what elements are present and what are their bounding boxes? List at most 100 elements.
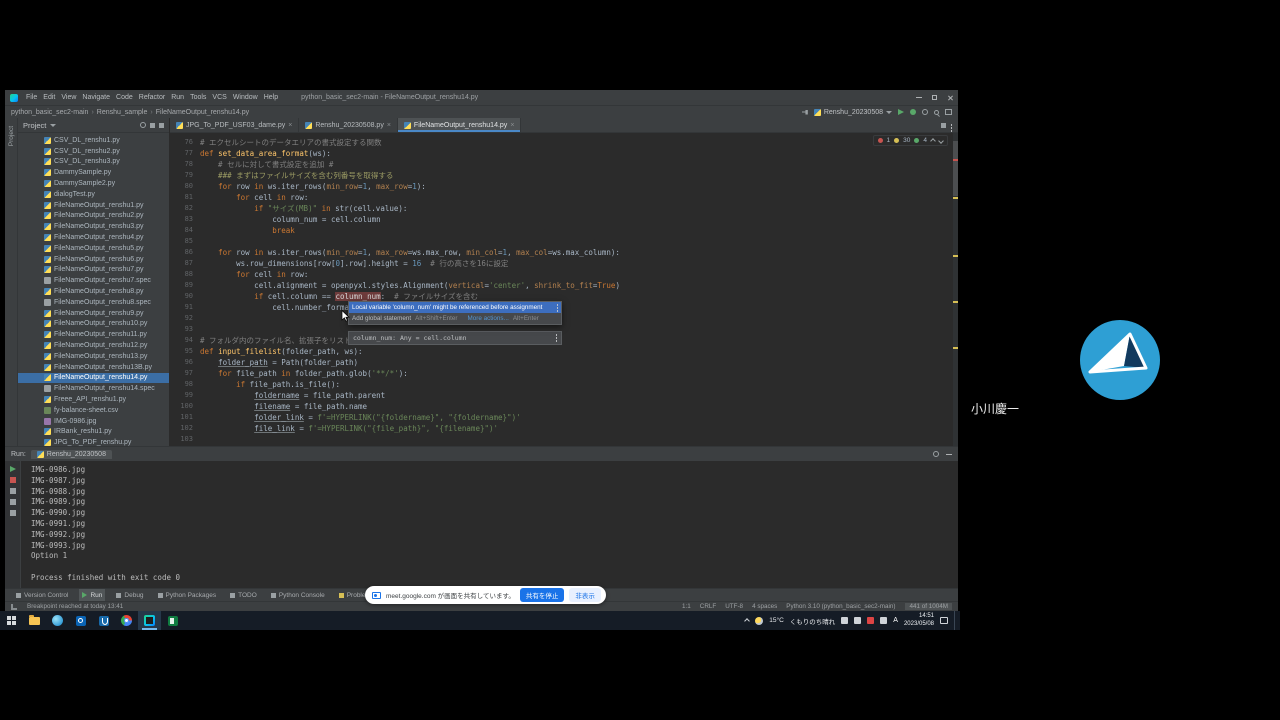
code-line[interactable]: 92 — [170, 313, 958, 324]
warning-mark[interactable] — [953, 255, 958, 257]
show-desktop-button[interactable] — [954, 611, 958, 630]
code-line[interactable]: 86 for row in ws.iter_rows(min_row=1, ma… — [170, 247, 958, 258]
line-number[interactable]: 84 — [170, 225, 200, 236]
status-widget[interactable]: UTF-8 — [725, 603, 743, 610]
toolwindow-button-run[interactable]: Run — [79, 589, 105, 601]
line-number[interactable]: 103 — [170, 434, 200, 445]
taskbar-edge-icon[interactable] — [46, 611, 69, 630]
gear-icon[interactable] — [159, 123, 164, 128]
project-tree-item[interactable]: CSV_DL_renshu2.py — [18, 146, 169, 157]
menu-help[interactable]: Help — [261, 94, 281, 101]
inspection-popup[interactable]: Local variable 'column_num' might be ref… — [348, 301, 562, 325]
menu-navigate[interactable]: Navigate — [79, 94, 113, 101]
menu-view[interactable]: View — [58, 94, 79, 101]
line-number[interactable]: 92 — [170, 313, 200, 324]
warning-mark[interactable] — [953, 347, 958, 349]
project-stripe-button[interactable]: Project — [8, 126, 15, 146]
menu-code[interactable]: Code — [113, 94, 136, 101]
status-widget[interactable]: 4 spaces — [752, 603, 777, 610]
taskbar-chrome-icon[interactable] — [115, 611, 138, 630]
taskbar-file-explorer-icon[interactable] — [23, 611, 46, 630]
project-tree-item[interactable]: FileNameOutput_renshu2.py — [18, 211, 169, 222]
action-center-icon[interactable] — [940, 617, 948, 624]
line-number[interactable]: 101 — [170, 412, 200, 423]
status-widget[interactable]: 1:1 — [682, 603, 691, 610]
minimize-icon[interactable] — [916, 97, 922, 98]
line-number[interactable]: 83 — [170, 214, 200, 225]
tab-close-icon[interactable]: × — [387, 122, 391, 129]
build-icon[interactable] — [802, 110, 808, 115]
code-line[interactable]: 98 if file_path.is_file(): — [170, 379, 958, 390]
toolwindow-button-console[interactable]: Python Console — [268, 589, 328, 601]
ide-titlebar[interactable]: FileEditViewNavigateCodeRefactorRunTools… — [5, 90, 958, 105]
error-stripe[interactable] — [953, 133, 958, 446]
line-number[interactable]: 85 — [170, 236, 200, 247]
code-line[interactable]: 78 # セルに対して書式設定を追加 # — [170, 159, 958, 170]
line-number[interactable]: 78 — [170, 159, 200, 170]
project-tree-item[interactable]: FileNameOutput_renshu14.spec — [18, 383, 169, 394]
project-tree-item[interactable]: DammySample2.py — [18, 178, 169, 189]
project-tree-item[interactable]: fy-balance-sheet.csv — [18, 405, 169, 416]
toolwindow-button-vcs[interactable]: Version Control — [13, 589, 71, 601]
line-number[interactable]: 94 — [170, 335, 200, 346]
run-config-select[interactable]: Renshu_20230508 — [814, 109, 892, 116]
toolwindow-button-packages[interactable]: Python Packages — [155, 589, 220, 601]
split-editor-icon[interactable] — [941, 123, 946, 128]
network-icon[interactable] — [854, 617, 861, 624]
more-options-icon[interactable] — [557, 304, 559, 306]
coverage-icon[interactable] — [922, 109, 928, 115]
menu-edit[interactable]: Edit — [40, 94, 58, 101]
code-line[interactable]: 102 file_link = f'=HYPERLINK("{file_path… — [170, 423, 958, 434]
project-tree-item[interactable]: FileNameOutput_renshu8.spec — [18, 297, 169, 308]
toolwindow-button-debug[interactable]: Debug — [113, 589, 146, 601]
line-number[interactable]: 93 — [170, 324, 200, 335]
menu-run[interactable]: Run — [168, 94, 187, 101]
code-line[interactable]: 85 — [170, 236, 958, 247]
collapse-all-icon[interactable] — [150, 123, 155, 128]
project-panel-header[interactable]: Project — [18, 118, 169, 133]
run-icon[interactable] — [898, 109, 904, 115]
line-number[interactable]: 95 — [170, 346, 200, 357]
code-line[interactable]: 103 — [170, 434, 958, 445]
inspections-widget[interactable]: 1 30 4 — [873, 135, 948, 146]
onedrive-icon[interactable] — [841, 617, 848, 624]
hide-bar-button[interactable]: 非表示 — [569, 588, 601, 602]
menu-tools[interactable]: Tools — [187, 94, 209, 101]
code-line[interactable]: 99 foldername = file_path.parent — [170, 390, 958, 401]
prev-issue-icon[interactable] — [930, 138, 936, 144]
run-tab[interactable]: Renshu_20230508 — [31, 450, 112, 459]
project-tree-item[interactable]: FileNameOutput_renshu1.py — [18, 200, 169, 211]
scroll-down-icon[interactable] — [10, 488, 16, 494]
project-tree-item[interactable]: DammySample.py — [18, 167, 169, 178]
taskbar-pycharm-icon[interactable] — [138, 611, 161, 630]
tool-windows-toggle-icon[interactable] — [11, 604, 17, 610]
line-number[interactable]: 77 — [170, 148, 200, 159]
code-line[interactable]: 88 for cell in row: — [170, 269, 958, 280]
rerun-icon[interactable] — [10, 466, 16, 472]
gear-icon[interactable] — [933, 451, 939, 457]
line-number[interactable]: 88 — [170, 269, 200, 280]
tab-close-icon[interactable]: × — [510, 122, 514, 129]
code-line[interactable]: 94# フォルダ内のファイル名、拡張子をリストに — [170, 335, 958, 346]
search-icon[interactable] — [934, 110, 939, 115]
warning-mark[interactable] — [953, 197, 958, 199]
toolwindow-button-todo[interactable]: TODO — [227, 589, 260, 601]
taskbar-start-button[interactable] — [0, 611, 23, 630]
line-number[interactable]: 98 — [170, 379, 200, 390]
ime-indicator[interactable]: A — [893, 617, 898, 624]
stop-icon[interactable] — [10, 477, 16, 483]
project-tree-item[interactable]: FileNameOutput_renshu6.py — [18, 254, 169, 265]
line-number[interactable]: 82 — [170, 203, 200, 214]
next-issue-icon[interactable] — [938, 138, 944, 144]
code-line[interactable]: 97 for file_path in folder_path.glob('**… — [170, 368, 958, 379]
stop-sharing-button[interactable]: 共有を停止 — [520, 588, 565, 602]
code-line[interactable]: 100 filename = file_path.name — [170, 401, 958, 412]
hidden-icons-chevron-icon[interactable] — [744, 618, 750, 624]
code-line[interactable]: 101 folder_link = f'=HYPERLINK("{foldern… — [170, 412, 958, 423]
line-number[interactable]: 102 — [170, 423, 200, 434]
code-line[interactable]: 82 if "サイズ(MB)" in str(cell.value): — [170, 203, 958, 214]
line-number[interactable]: 97 — [170, 368, 200, 379]
project-tree-item[interactable]: FileNameOutput_renshu12.py — [18, 340, 169, 351]
breadcrumb-item[interactable]: FileNameOutput_renshu14.py — [156, 109, 249, 116]
project-tree-item[interactable]: FileNameOutput_renshu7.py — [18, 265, 169, 276]
